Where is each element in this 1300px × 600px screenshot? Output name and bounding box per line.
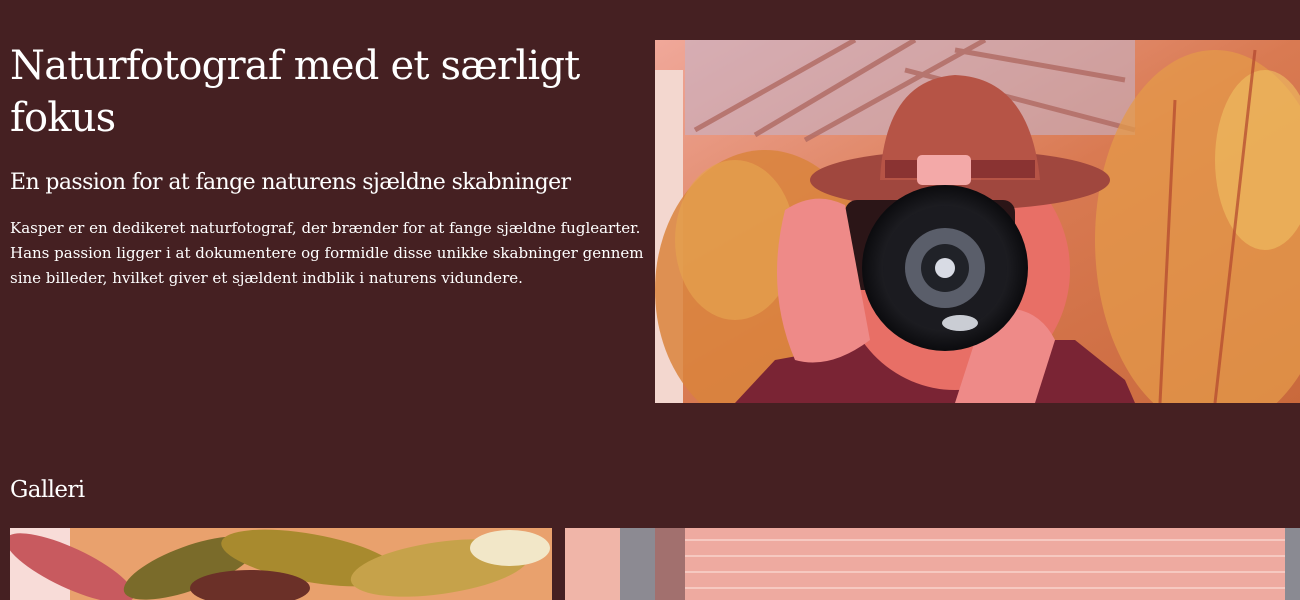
gallery-image-greenhouse[interactable] — [565, 528, 1300, 600]
hero-description: Kasper er en dedikeret naturfotograf, de… — [10, 219, 644, 287]
page: Naturfotograf med et særligt fokus En pa… — [0, 0, 1300, 600]
hero-section: Naturfotograf med et særligt fokus En pa… — [10, 40, 650, 291]
photographer-photo-illustration — [655, 40, 1300, 403]
greenhouse-photo-illustration — [565, 528, 1300, 600]
leaves-photo-illustration — [10, 528, 552, 600]
gallery-image-leaves[interactable] — [10, 528, 552, 600]
hero-title: Naturfotograf med et særligt fokus — [10, 43, 580, 141]
hero-photographer-image — [655, 40, 1300, 403]
hero-subtitle: En passion for at fange naturens sjældne… — [10, 170, 571, 195]
gallery-heading: Galleri — [10, 477, 85, 503]
